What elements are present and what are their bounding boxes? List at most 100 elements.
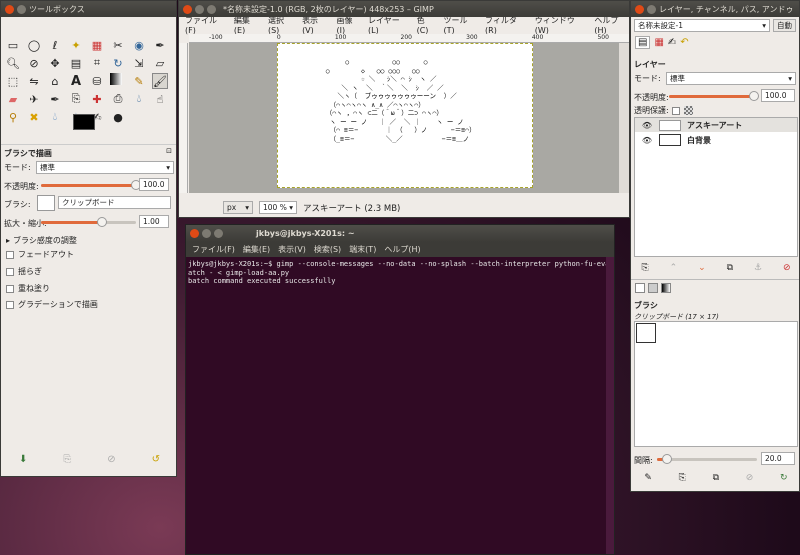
- close-button[interactable]: [5, 4, 14, 14]
- layer-opacity-slider[interactable]: [669, 91, 759, 101]
- option-incremental[interactable]: 重ね塗り: [6, 283, 50, 294]
- option-fade[interactable]: フェードアウト: [6, 249, 74, 260]
- menu-item[interactable]: フィルタ(R): [485, 15, 527, 35]
- brush-name-field[interactable]: クリップボード: [58, 196, 171, 209]
- paintbrush-icon[interactable]: 🖌︎: [152, 73, 168, 89]
- duplicate-brush-icon[interactable]: ⧉: [713, 473, 719, 483]
- maximize-button[interactable]: [214, 229, 223, 238]
- opacity-input[interactable]: 100.0: [139, 178, 169, 191]
- brush-clipboard-thumb[interactable]: [636, 323, 656, 343]
- edit-brush-icon[interactable]: ✎: [644, 473, 652, 483]
- shear-icon[interactable]: ▱: [152, 55, 168, 71]
- left-ruler[interactable]: [179, 43, 188, 193]
- menu-item[interactable]: ファイル(F): [192, 244, 235, 255]
- flip-icon[interactable]: ⇋: [26, 73, 42, 89]
- perspective-clone-icon[interactable]: ⎙: [110, 91, 126, 107]
- auto-button[interactable]: 自動: [773, 19, 796, 32]
- menu-item[interactable]: ウィンドウ(W): [535, 15, 587, 35]
- anchor-layer-icon[interactable]: ⚓: [754, 263, 762, 273]
- fuzzy-select-icon[interactable]: ✦: [68, 37, 84, 53]
- tool-x-icon[interactable]: ✖: [26, 109, 42, 125]
- crop-icon[interactable]: ⌗: [89, 55, 105, 71]
- spacing-input[interactable]: 20.0: [761, 452, 795, 465]
- close-button[interactable]: [635, 4, 644, 14]
- menu-item[interactable]: ヘルプ(H): [384, 244, 420, 255]
- color-swatches[interactable]: [73, 114, 105, 142]
- tab-undo-icon[interactable]: ↶: [680, 37, 688, 48]
- lower-layer-icon[interactable]: ⌄: [698, 263, 706, 273]
- brush-preview[interactable]: [37, 195, 55, 211]
- paths-icon[interactable]: ✒: [152, 37, 168, 53]
- ellipse-select-icon[interactable]: ◯: [26, 37, 42, 53]
- terminal-scrollbar[interactable]: [606, 257, 614, 554]
- menu-item[interactable]: 編集(E): [243, 244, 270, 255]
- text-icon[interactable]: A: [68, 73, 84, 89]
- layer-opacity-input[interactable]: 100.0: [761, 89, 795, 102]
- layer-mode-select[interactable]: 標準 ▾: [666, 72, 796, 85]
- ink-icon[interactable]: ✒: [47, 91, 63, 107]
- menu-item[interactable]: 編集(E): [234, 15, 260, 35]
- minimize-button[interactable]: [17, 4, 26, 14]
- eye-icon[interactable]: 👁︎: [635, 136, 659, 145]
- menu-item[interactable]: 表示(V): [302, 15, 328, 35]
- tab-brushes[interactable]: [635, 283, 645, 293]
- restore-options-icon[interactable]: ⎘: [63, 454, 71, 465]
- heal-icon[interactable]: ✚: [89, 91, 105, 107]
- checkbox[interactable]: [6, 284, 14, 293]
- new-layer-icon[interactable]: ⎘: [641, 263, 648, 273]
- delete-options-icon[interactable]: ⊘: [107, 454, 115, 465]
- unit-select[interactable]: px ▾: [223, 201, 253, 214]
- drop-icon[interactable]: 💧︎: [47, 109, 63, 125]
- option-gradient[interactable]: グラデーションで描画: [6, 299, 98, 310]
- menu-item[interactable]: ツール(T): [444, 15, 478, 35]
- bomb-icon[interactable]: ●: [110, 109, 126, 125]
- free-select-icon[interactable]: ℓ: [47, 37, 63, 53]
- scale-icon[interactable]: ⇲: [131, 55, 147, 71]
- image-select[interactable]: 名称未設定-1 ▾: [634, 19, 770, 32]
- duplicate-layer-icon[interactable]: ⧉: [727, 263, 733, 273]
- refresh-brushes-icon[interactable]: ↻: [780, 473, 788, 483]
- cage-icon[interactable]: ⌂: [47, 73, 63, 89]
- mode-select[interactable]: 標準 ▾: [36, 161, 174, 174]
- tab-layers[interactable]: ▤: [635, 36, 651, 49]
- perspective-icon[interactable]: ⬚: [5, 73, 21, 89]
- scissors-icon[interactable]: ✂: [110, 37, 126, 53]
- align-icon[interactable]: ▤: [68, 55, 84, 71]
- checkbox[interactable]: [6, 267, 14, 276]
- terminal-output[interactable]: jkbys@jkbys-X201s:~$ gimp --console-mess…: [186, 257, 614, 289]
- layer-row[interactable]: 👁︎ 白背景: [635, 132, 797, 148]
- menu-item[interactable]: ヘルプ(H): [594, 15, 629, 35]
- blur-icon[interactable]: 💧︎: [131, 91, 147, 107]
- tab-gradients[interactable]: [661, 283, 671, 293]
- clone-icon[interactable]: ⎘: [68, 91, 84, 107]
- airbrush-icon[interactable]: ✈: [26, 91, 42, 107]
- lock-checkbox[interactable]: [671, 106, 680, 115]
- raise-layer-icon[interactable]: ⌃: [670, 263, 678, 273]
- tab-paths-icon[interactable]: ✍: [668, 37, 676, 48]
- foreground-color[interactable]: [73, 114, 95, 130]
- layer-row[interactable]: 👁︎ アスキーアート: [635, 118, 797, 132]
- top-ruler[interactable]: -100 0 100 200 300 400 500: [189, 34, 629, 43]
- dodge-burn-icon[interactable]: ⚲: [5, 109, 21, 125]
- menu-item[interactable]: ファイル(F): [185, 15, 226, 35]
- checkbox[interactable]: [6, 250, 14, 259]
- delete-layer-icon[interactable]: ⊘: [783, 263, 791, 273]
- menu-item[interactable]: 端末(T): [349, 244, 376, 255]
- eraser-icon[interactable]: ▰: [5, 91, 21, 107]
- spacing-slider[interactable]: [657, 454, 757, 464]
- zoom-select[interactable]: 100 % ▾: [259, 201, 297, 214]
- close-button[interactable]: [183, 4, 192, 14]
- panel-menu-icon[interactable]: ⊡: [166, 147, 172, 155]
- eye-icon[interactable]: 👁︎: [635, 121, 659, 130]
- save-options-icon[interactable]: ⬇: [19, 454, 27, 465]
- smudge-icon[interactable]: ☝: [152, 91, 168, 107]
- maximize-button[interactable]: [207, 4, 216, 14]
- menu-item[interactable]: 選択(S): [268, 15, 294, 35]
- blend-icon[interactable]: [110, 73, 122, 85]
- image-titlebar[interactable]: *名称未設定-1.0 (RGB, 2枚のレイヤー) 448x253 – GIMP: [179, 1, 629, 17]
- bucket-fill-icon[interactable]: ⛁: [89, 73, 105, 89]
- foreground-select-icon[interactable]: ◉: [131, 37, 147, 53]
- scale-input[interactable]: 1.00: [139, 215, 169, 228]
- minimize-button[interactable]: [647, 4, 656, 14]
- menu-item[interactable]: 色(C): [417, 15, 436, 35]
